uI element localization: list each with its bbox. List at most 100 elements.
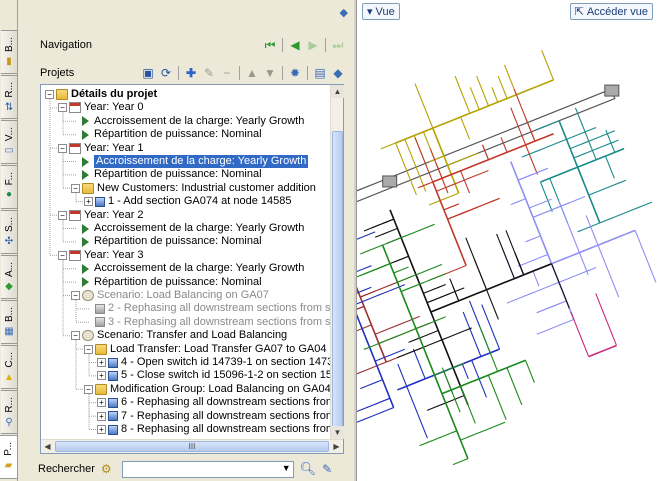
collapse-icon[interactable]: − xyxy=(58,103,67,113)
collapse-icon[interactable]: − xyxy=(71,331,80,341)
tree-node[interactable]: +7 - Rephasing all downstream sections f… xyxy=(97,410,331,423)
move-up-icon[interactable]: ▲ xyxy=(244,65,260,81)
tree-node[interactable]: − Year: Year 2 xyxy=(58,209,144,222)
expand-icon[interactable]: + xyxy=(84,197,93,207)
tree-node[interactable]: − Scenario: Transfer and Load Balancing xyxy=(71,329,287,342)
node-icon: ✣ xyxy=(4,236,14,248)
tree-vertical-scrollbar[interactable]: ▲ ▼ xyxy=(330,85,344,439)
scroll-up-icon[interactable]: ▲ xyxy=(331,85,344,98)
tree-horizontal-scrollbar[interactable]: ◀ III ▶ xyxy=(41,439,343,453)
report-icon[interactable]: ▤ xyxy=(312,65,328,81)
save-icon[interactable]: ▣ xyxy=(140,65,156,81)
tree-node[interactable]: Répartition de puissance: Nominal xyxy=(82,168,262,181)
tree-node[interactable]: − Détails du projet xyxy=(45,88,157,101)
collapse-icon[interactable]: − xyxy=(84,344,93,354)
search-icon[interactable]: 🔍︎ xyxy=(300,461,317,477)
sidebar-tab-10[interactable]: P... ▰ xyxy=(0,435,18,479)
tree-node[interactable]: +8 - Rephasing all downstream sections f… xyxy=(97,423,331,436)
tree-node[interactable]: +6 - Rephasing all downstream sections f… xyxy=(97,396,331,409)
collapse-icon[interactable]: − xyxy=(84,384,93,394)
tree-node-label: Year: Year 3 xyxy=(84,248,144,261)
search-options-icon[interactable]: ⚙ xyxy=(101,462,112,476)
tree-node[interactable]: Accroissement de la charge: Yearly Growt… xyxy=(82,155,309,168)
last-icon[interactable]: ⏭ xyxy=(330,37,346,53)
tree-node[interactable]: − Year: Year 3 xyxy=(58,249,144,262)
sidebar-tab-label: A... xyxy=(3,262,15,278)
tree-node-label: Répartition de puissance: Nominal xyxy=(94,275,262,288)
collapse-icon[interactable]: − xyxy=(58,143,67,153)
pin-icon[interactable]: ◆ xyxy=(330,65,346,81)
tree-node[interactable]: Accroissement de la charge: Yearly Growt… xyxy=(82,222,304,235)
map-view[interactable]: ▾ Vue ⇱ Accéder vue xyxy=(356,0,657,481)
refresh-icon[interactable]: ⟳ xyxy=(158,65,174,81)
scroll-right-icon[interactable]: ▶ xyxy=(330,440,343,453)
network-map[interactable] xyxy=(357,0,657,481)
tree-node[interactable]: Répartition de puissance: Nominal xyxy=(82,276,262,289)
scroll-thumb[interactable] xyxy=(332,131,343,429)
tree-node[interactable]: Accroissement de la charge: Yearly Growt… xyxy=(82,262,304,275)
edit-icon[interactable]: ✎ xyxy=(201,65,217,81)
tree-node[interactable]: Accroissement de la charge: Yearly Growt… xyxy=(82,115,304,128)
first-icon[interactable]: ⏮ xyxy=(262,37,278,53)
sidebar-tab-label: F... xyxy=(3,172,15,186)
back-icon[interactable]: ◀ xyxy=(287,37,303,53)
search-combobox[interactable]: ▼ xyxy=(121,460,294,478)
scroll-down-icon[interactable]: ▼ xyxy=(331,426,344,439)
sidebar-tab-4[interactable]: F... ● xyxy=(1,165,18,209)
scroll-thumb-horizontal[interactable]: III xyxy=(55,441,329,452)
tree-node[interactable]: − Scenario: Load Balancing on GA07 xyxy=(71,289,269,302)
remove-icon[interactable]: − xyxy=(219,65,235,81)
tree-node[interactable]: +1 - Add section GA074 at node 14585 xyxy=(84,195,291,208)
sidebar-tab-7[interactable]: B... ▦ xyxy=(1,300,18,344)
tree-node-label: 6 - Rephasing all downstream sections fr… xyxy=(121,396,331,409)
tree-node[interactable]: Répartition de puissance: Nominal xyxy=(82,128,262,141)
collapse-icon[interactable]: − xyxy=(71,291,80,300)
tree-node[interactable]: 3 - Rephasing all downstream sections fr… xyxy=(95,316,331,329)
tree-node[interactable]: − Modification Group: Load Balancing on G… xyxy=(84,383,331,396)
tree-node-label: 1 - Add section GA074 at node 14585 xyxy=(108,195,292,208)
sidebar-tab-8[interactable]: C... ▲ xyxy=(1,345,18,389)
tree-node-label: New Customers: Industrial customer addit… xyxy=(97,181,316,194)
sidebar-tab-2[interactable]: R... ⇅ xyxy=(1,75,18,119)
chevron-down-icon[interactable]: ▼ xyxy=(282,463,291,473)
settings-icon[interactable]: ✹ xyxy=(287,65,303,81)
tree-node[interactable]: − Year: Year 0 xyxy=(58,101,144,114)
play-icon xyxy=(82,236,89,247)
sidebar-tab-1[interactable]: B... ▮ xyxy=(1,30,18,74)
collapse-icon[interactable]: − xyxy=(58,250,67,260)
tree-node[interactable]: +5 - Close switch id 15096-1-2 on sectio… xyxy=(97,369,331,382)
sidebar-tab-3[interactable]: V... ▭ xyxy=(1,120,18,164)
tree-node[interactable]: − Load Transfer: Load Transfer GA07 to GA… xyxy=(84,343,326,356)
expand-icon[interactable]: + xyxy=(97,398,106,408)
tree-node[interactable]: 2 - Rephasing all downstream sections fr… xyxy=(95,302,331,315)
expand-icon[interactable]: + xyxy=(97,411,106,421)
scroll-left-icon[interactable]: ◀ xyxy=(41,440,54,453)
sidebar-tab-5[interactable]: S... ✣ xyxy=(1,210,18,254)
sidebar-tab-6[interactable]: A... ◆ xyxy=(1,255,18,299)
search-input[interactable] xyxy=(122,461,273,477)
tree-node-label: Accroissement de la charge: Yearly Growt… xyxy=(94,114,305,127)
tree-node[interactable]: Répartition de puissance: Nominal xyxy=(82,235,262,248)
collapse-icon[interactable]: − xyxy=(45,90,54,99)
add-icon[interactable]: ✚ xyxy=(183,65,199,81)
expand-icon[interactable]: + xyxy=(97,358,106,367)
collapse-icon[interactable]: − xyxy=(58,210,67,220)
tree-node[interactable]: − New Customers: Industrial customer addi… xyxy=(71,182,316,195)
tree-node-label: 3 - Rephasing all downstream sections fr… xyxy=(108,315,331,328)
clear-icon[interactable]: ✎ xyxy=(322,462,332,476)
modification-icon xyxy=(108,411,118,422)
tree-node-label: Accroissement de la charge: Yearly Growt… xyxy=(94,155,309,168)
collapse-icon[interactable]: − xyxy=(71,183,80,193)
forward-icon[interactable]: ▶ xyxy=(305,37,321,53)
toolbar-separator xyxy=(325,38,326,52)
pin-icon[interactable]: ◆ xyxy=(340,6,348,19)
project-panel: ◆ Navigation ⏮ ◀ ▶ ⏭ Projets ▣ ⟳ ✚ ✎ − ▲… xyxy=(18,0,354,481)
toolbar-separator xyxy=(239,66,240,80)
tree-node[interactable]: +4 - Open switch id 14739-1 on section 1… xyxy=(97,356,331,369)
sidebar-tab-9[interactable]: R... ⚲ xyxy=(1,390,18,434)
expand-icon[interactable]: + xyxy=(97,425,106,434)
expand-icon[interactable]: + xyxy=(97,371,106,381)
move-down-icon[interactable]: ▼ xyxy=(262,65,278,81)
tree-node-label: Accroissement de la charge: Yearly Growt… xyxy=(94,222,305,234)
tree-node[interactable]: − Year: Year 1 xyxy=(58,142,144,155)
